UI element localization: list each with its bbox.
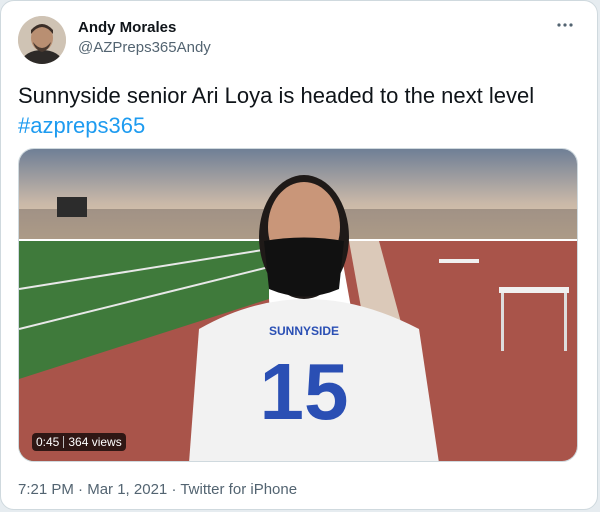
hashtag-link[interactable]: #azpreps365 (18, 111, 583, 141)
video-duration: 0:45 (36, 435, 60, 449)
hurdle-leg (501, 293, 504, 351)
hurdle (439, 259, 479, 263)
hurdle (499, 287, 569, 293)
tweet-body: Sunnyside senior Ari Loya is headed to t… (18, 83, 535, 108)
badge-divider (63, 436, 65, 448)
avatar[interactable] (18, 16, 66, 64)
video-views: 364 views (68, 435, 122, 449)
tweet-date[interactable]: Mar 1, 2021 (87, 481, 167, 498)
jersey-number: 15 (260, 347, 349, 436)
meta-separator: · (78, 481, 84, 498)
video-player[interactable]: SUNNYSIDE 15 (18, 148, 578, 462)
scoreboard (57, 197, 87, 217)
author-name[interactable]: Andy Morales (78, 19, 176, 36)
jersey-text: SUNNYSIDE (269, 324, 339, 338)
tweet-card: Andy Morales @AZPreps365Andy Sunnyside s… (0, 0, 598, 510)
tweet-text: Sunnyside senior Ari Loya is headed to t… (18, 81, 583, 141)
tweet-meta: 7:21 PM · Mar 1, 2021 · Twitter for iPho… (18, 481, 297, 498)
more-horizontal-icon[interactable] (555, 15, 575, 35)
hurdle-leg (564, 293, 567, 351)
video-duration-badge: 0:45 364 views (32, 433, 126, 451)
author-handle[interactable]: @AZPreps365Andy (78, 39, 211, 56)
tweet-source[interactable]: Twitter for iPhone (180, 481, 297, 498)
face-mask (264, 237, 344, 297)
meta-separator: · (171, 481, 177, 498)
tweet-time[interactable]: 7:21 PM (18, 481, 74, 498)
